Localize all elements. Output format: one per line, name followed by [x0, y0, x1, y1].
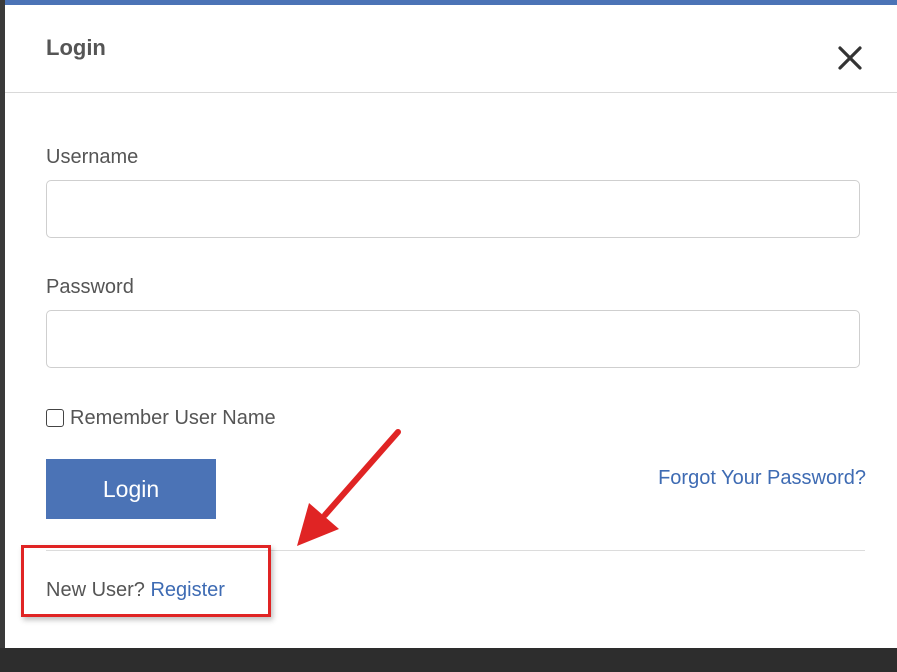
register-link[interactable]: Register [150, 579, 224, 601]
new-user-text: New User? [46, 579, 145, 601]
username-label: Username [46, 146, 139, 168]
divider [46, 550, 865, 551]
modal-title: Login [46, 35, 106, 60]
modal-header: Login [5, 5, 897, 93]
forgot-password-link[interactable]: Forgot Your Password? [658, 467, 866, 490]
remember-label[interactable]: Remember User Name [70, 407, 276, 430]
login-modal: Login Username Password Remember User Na… [5, 0, 897, 648]
remember-row: Remember User Name [46, 405, 276, 431]
register-row: New User? Register [46, 579, 225, 602]
password-input[interactable] [46, 310, 860, 368]
remember-checkbox[interactable] [46, 409, 64, 427]
password-label: Password [46, 276, 134, 298]
username-input[interactable] [46, 180, 860, 238]
page-backdrop [0, 648, 897, 672]
login-button[interactable]: Login [46, 459, 216, 519]
close-icon [838, 46, 862, 70]
close-button[interactable] [833, 41, 867, 75]
